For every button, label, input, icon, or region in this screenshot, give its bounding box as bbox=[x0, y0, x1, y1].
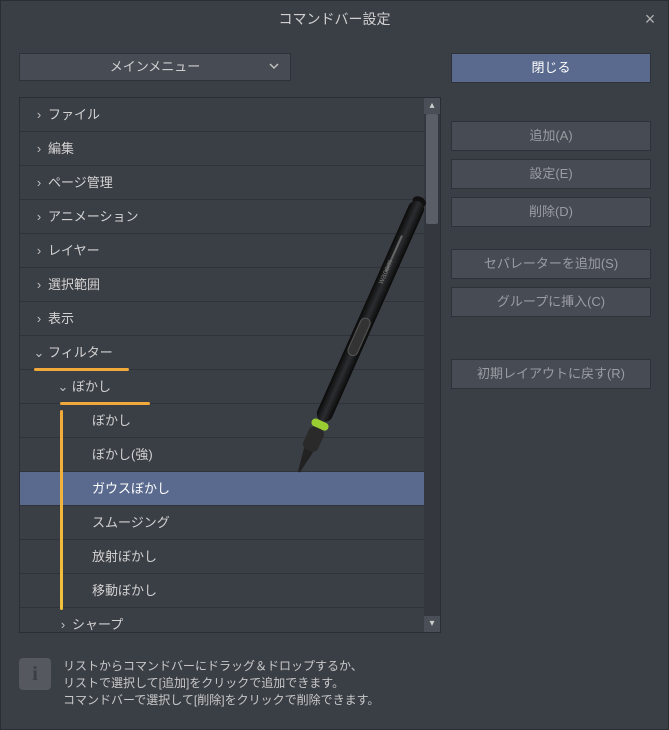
info-panel: i リストからコマンドバーにドラッグ＆ドロップするか、 リストで選択して[追加]… bbox=[19, 658, 650, 709]
chevron-right-icon: › bbox=[32, 234, 46, 268]
tree-row-label: アニメーション bbox=[46, 209, 138, 224]
menu-selector-dropdown[interactable]: メインメニュー bbox=[19, 53, 291, 81]
tree-item-row[interactable]: ガウスぼかし bbox=[20, 472, 424, 506]
tree-group-row[interactable]: ›表示 bbox=[20, 302, 424, 336]
chevron-right-icon: › bbox=[32, 166, 46, 200]
tree-group-row[interactable]: ⌄ぼかし bbox=[20, 370, 424, 404]
chevron-right-icon: › bbox=[56, 608, 70, 632]
command-tree: ›ファイル›編集›ページ管理›アニメーション›レイヤー›選択範囲›表示⌄フィルタ… bbox=[19, 97, 441, 633]
reset-layout-button[interactable]: 初期レイアウトに戻す(R) bbox=[451, 359, 651, 389]
chevron-right-icon: › bbox=[32, 268, 46, 302]
tree-row-label: ページ管理 bbox=[46, 175, 113, 190]
tree-row-label: フィルター bbox=[46, 345, 113, 360]
dropdown-selected-label: メインメニュー bbox=[110, 59, 201, 74]
titlebar: コマンドバー設定 × bbox=[1, 1, 668, 37]
add-button[interactable]: 追加(A) bbox=[451, 121, 651, 151]
tree-item-row[interactable]: スムージング bbox=[20, 506, 424, 540]
chevron-down-icon: ⌄ bbox=[56, 370, 70, 404]
tree-row-label: シャープ bbox=[70, 617, 123, 632]
info-icon: i bbox=[19, 658, 51, 690]
delete-button[interactable]: 削除(D) bbox=[451, 197, 651, 227]
tree-group-row[interactable]: ›シャープ bbox=[20, 608, 424, 632]
tree-row-label: 表示 bbox=[46, 311, 74, 326]
command-tree-viewport[interactable]: ›ファイル›編集›ページ管理›アニメーション›レイヤー›選択範囲›表示⌄フィルタ… bbox=[20, 98, 424, 632]
tree-item-row[interactable]: ぼかし(強) bbox=[20, 438, 424, 472]
tree-item-row[interactable]: 放射ぼかし bbox=[20, 540, 424, 574]
command-bar-settings-dialog: コマンドバー設定 × メインメニュー ›ファイル›編集›ページ管理›アニメーショ… bbox=[0, 0, 669, 730]
tree-row-label: ぼかし bbox=[90, 413, 131, 428]
tree-group-row[interactable]: ›レイヤー bbox=[20, 234, 424, 268]
scroll-up-button[interactable]: ▴ bbox=[424, 98, 440, 114]
chevron-right-icon: › bbox=[32, 302, 46, 336]
tree-row-label: レイヤー bbox=[46, 243, 100, 258]
info-text: リストからコマンドバーにドラッグ＆ドロップするか、 リストで選択して[追加]をク… bbox=[63, 658, 379, 709]
add-separator-button[interactable]: セパレーターを追加(S) bbox=[451, 249, 651, 279]
close-button[interactable]: 閉じる bbox=[451, 53, 651, 83]
scroll-thumb[interactable] bbox=[426, 114, 438, 224]
tree-row-label: 選択範囲 bbox=[46, 277, 100, 292]
tree-row-label: スムージング bbox=[90, 515, 170, 530]
tree-group-row[interactable]: ›ページ管理 bbox=[20, 166, 424, 200]
close-icon[interactable]: × bbox=[632, 1, 668, 37]
chevron-down-icon: ⌄ bbox=[32, 336, 46, 370]
scrollbar[interactable]: ▴ ▾ bbox=[424, 98, 440, 632]
tree-row-label: 移動ぼかし bbox=[90, 583, 157, 598]
tree-group-row[interactable]: ⌄フィルター bbox=[20, 336, 424, 370]
settings-button[interactable]: 設定(E) bbox=[451, 159, 651, 189]
tree-item-row[interactable]: ぼかし bbox=[20, 404, 424, 438]
tree-group-row[interactable]: ›編集 bbox=[20, 132, 424, 166]
tree-row-label: ぼかし bbox=[70, 379, 111, 394]
tree-row-label: 編集 bbox=[46, 141, 74, 156]
tree-row-label: ガウスぼかし bbox=[90, 481, 170, 496]
tree-row-label: ファイル bbox=[46, 107, 100, 122]
chevron-down-icon bbox=[268, 60, 280, 72]
dialog-title: コマンドバー設定 bbox=[279, 11, 391, 27]
chevron-right-icon: › bbox=[32, 98, 46, 132]
tree-row-label: 放射ぼかし bbox=[90, 549, 157, 564]
tree-group-row[interactable]: ›ファイル bbox=[20, 98, 424, 132]
tree-row-label: ぼかし(強) bbox=[90, 447, 153, 462]
insert-group-button[interactable]: グループに挿入(C) bbox=[451, 287, 651, 317]
tree-item-row[interactable]: 移動ぼかし bbox=[20, 574, 424, 608]
chevron-right-icon: › bbox=[32, 132, 46, 166]
tree-group-row[interactable]: ›アニメーション bbox=[20, 200, 424, 234]
tree-group-row[interactable]: ›選択範囲 bbox=[20, 268, 424, 302]
chevron-right-icon: › bbox=[32, 200, 46, 234]
scroll-down-button[interactable]: ▾ bbox=[424, 616, 440, 632]
